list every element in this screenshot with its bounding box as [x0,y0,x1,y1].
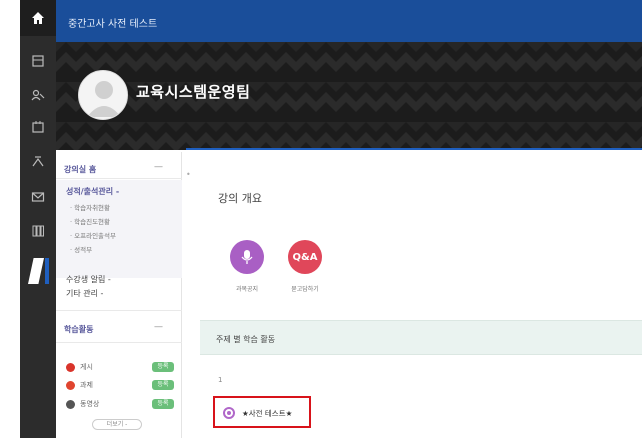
activity-label: 동영상 [80,400,100,408]
activity-label: 과제 [80,381,93,389]
microphone-icon [241,250,253,264]
week-number: 1 [218,376,223,384]
notice-label: 과목공지 [235,286,259,293]
qna-label: 묻고답하기 [291,286,319,293]
instructor-name: 교육시스템운영팀 [136,83,251,101]
collapse-course-home-button[interactable]: — [154,162,163,172]
users-icon[interactable] [29,86,47,104]
more-button[interactable]: 더보기 - [92,419,142,430]
board-icon [66,363,75,372]
add-badge[interactable]: 등록 [152,380,174,390]
home-button[interactable] [20,0,56,36]
course-side-panel: 강의실 홈 — 성적/출석관리 - · 학습자취현황 · 학습진도현황 · 오프… [56,152,182,438]
submenu-gradebook[interactable]: · 성적부 [70,244,92,254]
divider [56,310,182,311]
course-home-link[interactable]: 강의실 홈 [64,164,96,175]
divider [56,342,182,343]
qna-text: Q&A [292,251,318,263]
video-icon [66,400,75,409]
activity-label: 게시 [80,363,93,371]
topic-header: 주제 별 학습 활동 [200,320,642,355]
active-menu-indicator [45,258,49,284]
left-nav-rail [20,0,56,438]
activity-link[interactable]: ★사전 테스트★ [242,408,292,419]
notice-button[interactable] [230,240,264,274]
divider [56,178,182,179]
activity-row-assignment[interactable]: 과제 등록 [66,380,174,392]
course-title[interactable]: 중간고사 사전 테스트 [68,15,157,30]
activity-row-video[interactable]: 동영상 등록 [66,399,174,411]
tools-icon[interactable] [29,152,47,170]
submenu-offline-attendance[interactable]: · 오프라인출석부 [70,230,116,240]
top-bar: 중간고사 사전 테스트 [56,0,642,42]
section-title: 강의 개요 [218,192,262,205]
participant-notice-menu[interactable]: 수강생 알림 - [66,274,111,285]
submenu-learning-trace[interactable]: · 학습자취현황 [70,202,110,212]
grade-attendance-menu[interactable]: 성적/출석관리 - [66,186,119,197]
avatar [78,70,128,120]
assignment-icon [66,381,75,390]
collapse-activities-button[interactable]: — [154,322,163,332]
book-icon[interactable] [29,52,47,70]
quiz-icon [223,407,235,419]
qna-button[interactable]: Q&A [288,240,322,274]
add-badge[interactable]: 등록 [152,362,174,372]
submenu-progress[interactable]: · 학습진도현황 [70,216,110,226]
add-badge[interactable]: 등록 [152,399,174,409]
calendar-icon[interactable] [29,118,47,136]
activities-heading: 학습활동 [64,325,94,334]
banner-accent-line [186,148,642,150]
etc-management-menu[interactable]: 기타 관리 - [66,288,103,299]
user-placeholder-icon [87,81,121,117]
activity-row-board[interactable]: 게시 등록 [66,362,174,374]
topic-title: 주제 별 학습 활동 [216,335,276,344]
course-banner: 교육시스템운영팀 [56,42,642,150]
panel-toggle-icon[interactable]: • [186,170,191,179]
active-menu-marker[interactable] [28,258,44,284]
mail-icon[interactable] [29,188,47,206]
activity-item-highlighted[interactable]: ★사전 테스트★ [213,396,311,428]
library-icon[interactable] [29,222,47,240]
home-icon [32,12,44,24]
